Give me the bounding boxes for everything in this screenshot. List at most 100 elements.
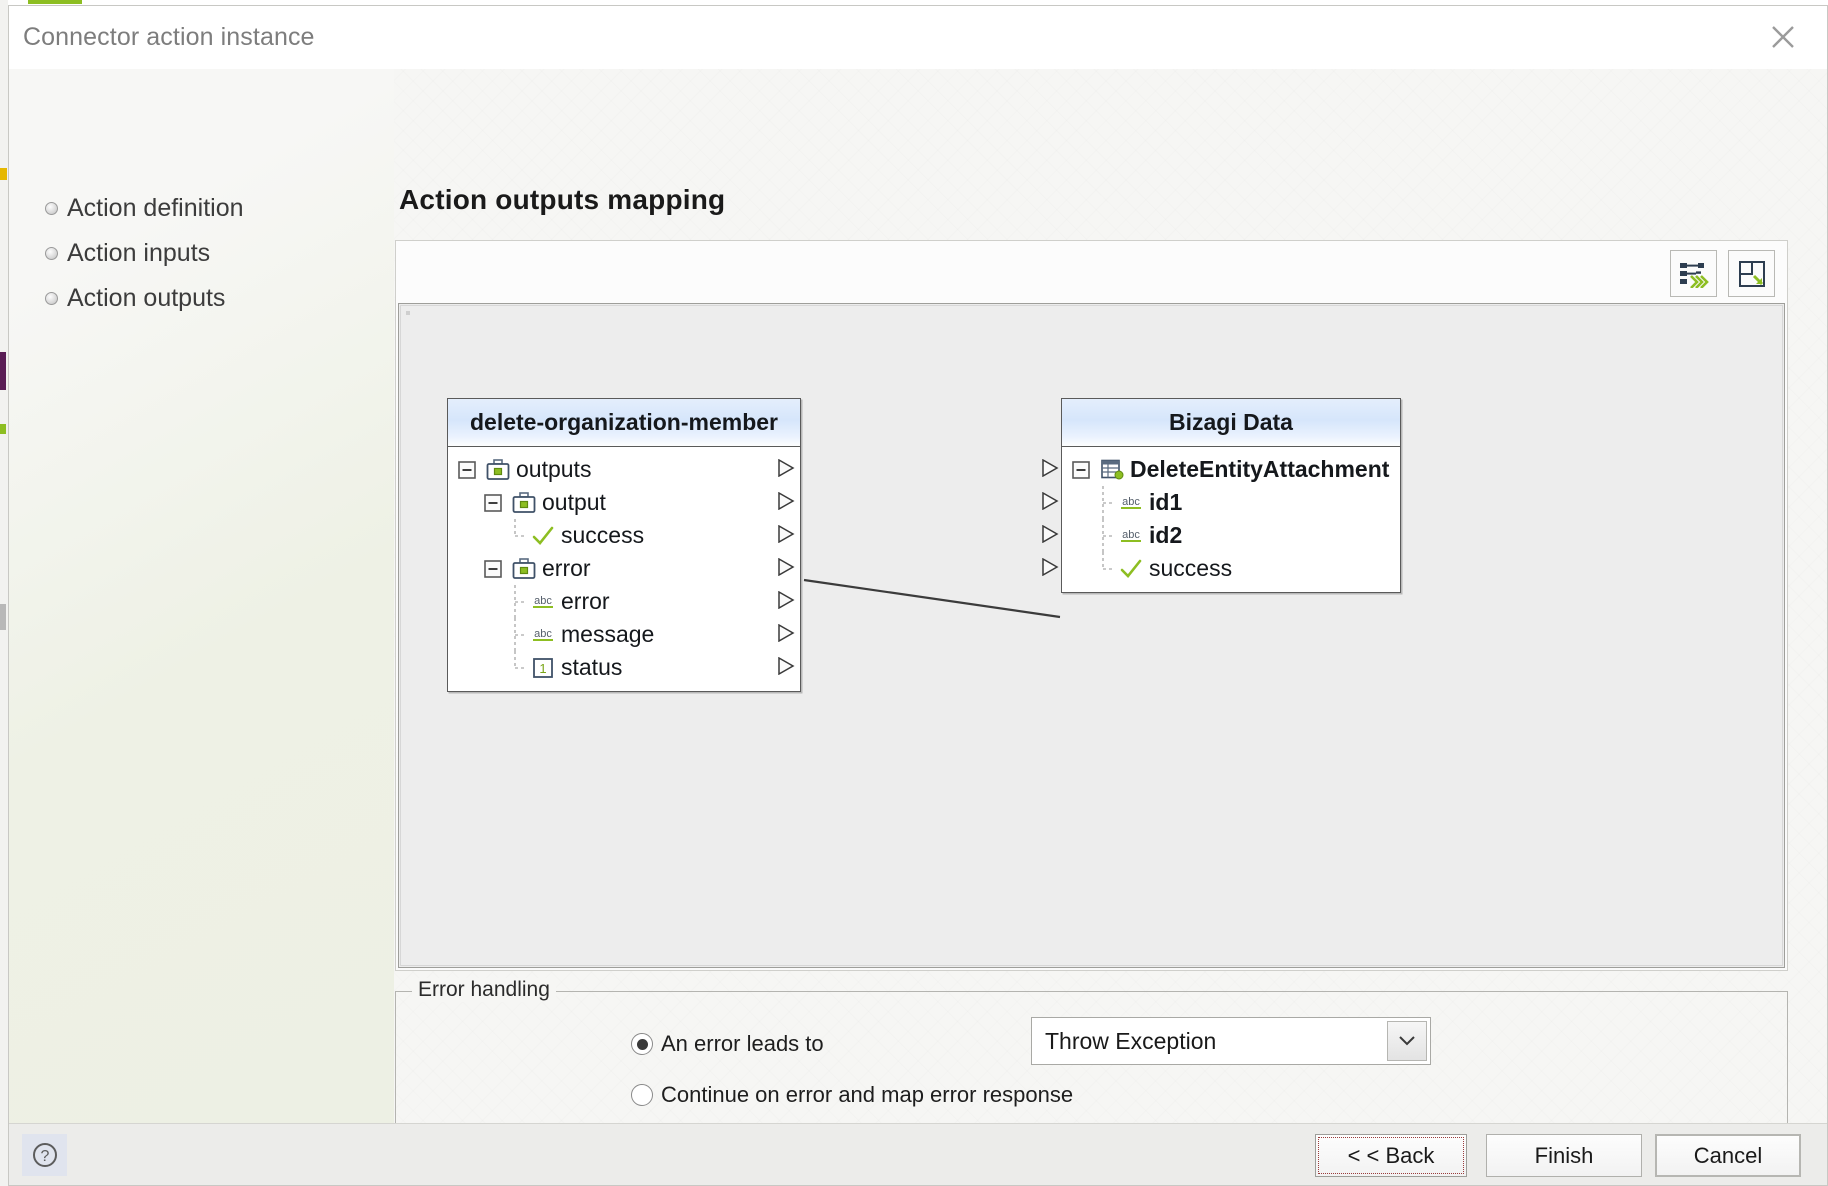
- wizard-steps-sidebar: Action definition Action inputs Action o…: [9, 69, 394, 1123]
- source-row[interactable]: error: [448, 552, 800, 585]
- bullet-icon: [45, 246, 58, 260]
- number-one-icon: 1: [530, 655, 556, 681]
- connector-action-dialog: Connector action instance Action definit…: [8, 5, 1828, 1186]
- sidebar-item-action-definition[interactable]: Action definition: [45, 191, 244, 225]
- target-node-rows: DeleteEntityAttachment abc id1 abc id2 succes…: [1062, 447, 1400, 591]
- sidebar-item-label: Action definition: [67, 193, 244, 222]
- sidebar-item-label: Action inputs: [67, 238, 211, 267]
- source-row-label: message: [561, 621, 655, 647]
- dialog-footer: ? < < Back Finish Cancel: [9, 1123, 1827, 1185]
- target-port[interactable]: [1041, 458, 1059, 482]
- target-row[interactable]: success: [1062, 552, 1400, 585]
- target-row-label: id2: [1149, 522, 1183, 548]
- source-row-label: error: [561, 588, 610, 614]
- source-row[interactable]: output: [448, 486, 800, 519]
- background-marker-grey: [0, 604, 6, 630]
- abc-icon: abc: [1118, 523, 1144, 549]
- sidebar-item-action-inputs[interactable]: Action inputs: [45, 236, 210, 270]
- mapping-canvas-inner: delete-organization-member outputs output…: [400, 305, 1783, 966]
- briefcase-icon: [485, 457, 511, 483]
- fit-to-window-button[interactable]: [1728, 250, 1775, 297]
- app-root: Connector action instance Action definit…: [0, 0, 1828, 1186]
- target-row[interactable]: DeleteEntityAttachment: [1062, 453, 1400, 486]
- mapping-link: [803, 578, 1061, 619]
- radio-unselected-icon: [631, 1084, 653, 1106]
- tree-connector-line: [1094, 486, 1118, 519]
- auto-map-button[interactable]: [1670, 250, 1717, 297]
- source-row-label: status: [561, 654, 623, 680]
- source-port[interactable]: [777, 590, 795, 614]
- source-row[interactable]: abc message: [448, 618, 800, 651]
- tree-connector-line: [506, 651, 530, 684]
- mapping-canvas[interactable]: delete-organization-member outputs output…: [398, 303, 1785, 968]
- source-row[interactable]: success: [448, 519, 800, 552]
- target-row-label: DeleteEntityAttachment: [1130, 456, 1390, 482]
- source-row[interactable]: 1 status: [448, 651, 800, 684]
- source-port[interactable]: [777, 623, 795, 647]
- error-action-dropdown[interactable]: Throw Exception: [1031, 1017, 1431, 1065]
- check-icon: [1118, 556, 1144, 582]
- source-row-label: error: [542, 555, 591, 581]
- chevron-down-icon[interactable]: [1387, 1021, 1427, 1061]
- source-node-rows: outputs output success error abc error abc mess…: [448, 447, 800, 690]
- source-row-label: success: [561, 522, 645, 548]
- check-icon: [530, 523, 556, 549]
- tree-connector-line: [506, 585, 530, 618]
- svg-text:abc: abc: [1122, 529, 1140, 541]
- mapping-toolbar: [1670, 250, 1775, 297]
- target-row[interactable]: abc id2: [1062, 519, 1400, 552]
- briefcase-icon: [511, 556, 537, 582]
- page-title: Action outputs mapping: [399, 184, 726, 215]
- source-row[interactable]: abc error: [448, 585, 800, 618]
- background-marker-yellow: [0, 168, 7, 180]
- bullet-icon: [45, 201, 58, 215]
- dialog-titlebar: Connector action instance: [9, 6, 1827, 69]
- background-marker-purple: [0, 352, 6, 390]
- radio-label: An error leads to: [661, 1031, 824, 1056]
- source-port[interactable]: [777, 524, 795, 548]
- background-marker-green: [0, 424, 6, 434]
- dropdown-value: Throw Exception: [1045, 1028, 1217, 1054]
- source-port[interactable]: [777, 491, 795, 515]
- help-icon[interactable]: ?: [22, 1134, 67, 1176]
- dialog-body: Action definition Action inputs Action o…: [9, 69, 1827, 1128]
- bullet-icon: [45, 291, 58, 305]
- tree-connector-line: [1094, 519, 1118, 552]
- abc-icon: abc: [530, 622, 556, 648]
- sidebar-item-action-outputs[interactable]: Action outputs: [45, 281, 225, 315]
- source-port[interactable]: [777, 656, 795, 680]
- tree-connector-line: [506, 618, 530, 651]
- finish-button[interactable]: Finish: [1486, 1134, 1642, 1177]
- target-port[interactable]: [1041, 524, 1059, 548]
- sidebar-item-label: Action outputs: [67, 283, 226, 312]
- expander-collapse-icon[interactable]: [1068, 457, 1094, 483]
- briefcase-icon: [511, 490, 537, 516]
- radio-continue-on-error[interactable]: Continue on error and map error response: [631, 1082, 1073, 1108]
- source-node[interactable]: delete-organization-member outputs output…: [447, 398, 801, 692]
- svg-text:abc: abc: [534, 628, 552, 640]
- source-row-label: outputs: [516, 456, 592, 482]
- target-node-title: Bizagi Data: [1062, 399, 1400, 447]
- source-row-label: output: [542, 489, 606, 515]
- radio-selected-icon: [631, 1033, 653, 1055]
- target-port[interactable]: [1041, 491, 1059, 515]
- expander-collapse-icon[interactable]: [480, 490, 506, 516]
- target-row-label: success: [1149, 555, 1233, 581]
- expander-collapse-icon[interactable]: [480, 556, 506, 582]
- svg-text:abc: abc: [1122, 496, 1140, 508]
- target-row[interactable]: abc id1: [1062, 486, 1400, 519]
- mapping-panel: delete-organization-member outputs output…: [395, 240, 1788, 971]
- source-port[interactable]: [777, 557, 795, 581]
- target-port[interactable]: [1041, 557, 1059, 581]
- svg-text:abc: abc: [534, 595, 552, 607]
- abc-icon: abc: [1118, 490, 1144, 516]
- target-node[interactable]: Bizagi Data DeleteEntityAttachment abc id1…: [1061, 398, 1401, 593]
- source-row[interactable]: outputs: [448, 453, 800, 486]
- source-port[interactable]: [777, 458, 795, 482]
- close-icon[interactable]: [1755, 12, 1811, 62]
- abc-icon: abc: [530, 589, 556, 615]
- back-button[interactable]: < < Back: [1315, 1134, 1467, 1177]
- radio-an-error-leads-to[interactable]: An error leads to: [631, 1031, 824, 1057]
- expander-collapse-icon[interactable]: [454, 457, 480, 483]
- cancel-button[interactable]: Cancel: [1655, 1134, 1801, 1177]
